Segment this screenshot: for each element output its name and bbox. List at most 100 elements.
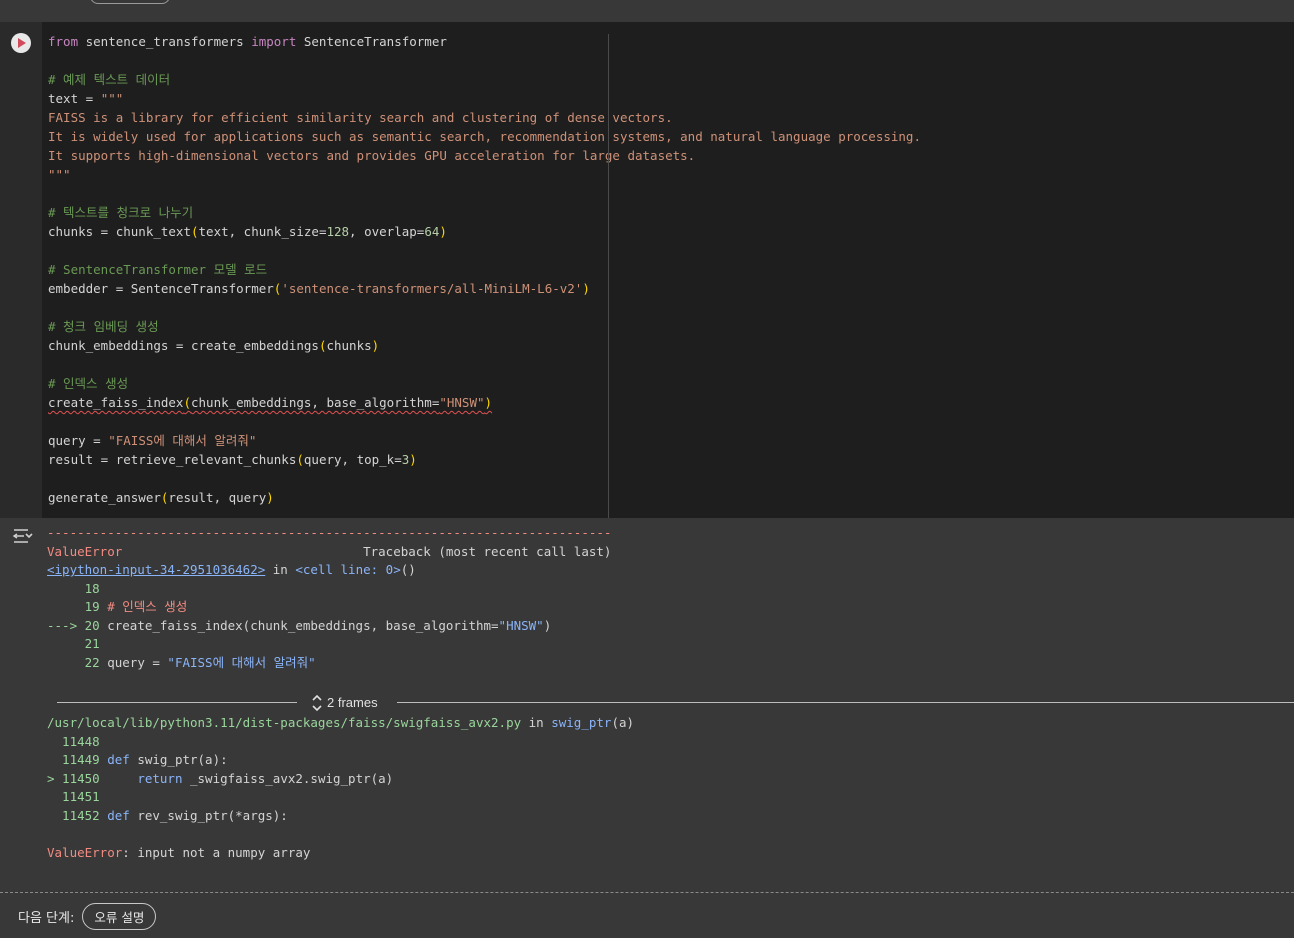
traceback-line: ValueError Traceback (most recent call l… (47, 543, 611, 562)
code-cell[interactable]: from sentence_transformers import Senten… (0, 22, 1294, 518)
traceback-line: ----------------------------------------… (47, 524, 611, 543)
traceback-token: def (99, 752, 130, 767)
run-cell-button[interactable] (11, 33, 31, 53)
code-token: 64 (424, 224, 440, 239)
traceback-line: 11451 (47, 788, 634, 807)
code-token: It is widely used for applications such … (48, 129, 921, 144)
cell-output: ----------------------------------------… (0, 518, 1294, 892)
traceback-line: ---> 20 create_faiss_index(chunk_embeddi… (47, 617, 611, 636)
code-editor[interactable]: from sentence_transformers import Senten… (48, 32, 921, 507)
traceback-line: 18 (47, 580, 611, 599)
traceback-line: ValueError: input not a numpy array (47, 844, 634, 863)
code-token: sentence_transformers (78, 34, 252, 49)
traceback-token: ValueError (47, 844, 123, 860)
code-token: # 인덱스 생성 (48, 376, 129, 391)
traceback-line: 11448 (47, 733, 634, 752)
code-token: 128 (326, 224, 350, 239)
traceback-token: /usr/local/lib/python3.11/dist-packages/… (47, 715, 522, 730)
code-line: create_faiss_index(chunk_embeddings, bas… (48, 393, 921, 412)
code-line: embedder = SentenceTransformer('sentence… (48, 279, 921, 298)
traceback-token: 21 (47, 636, 100, 651)
separator-dashed (0, 892, 1294, 893)
code-token: ) (371, 338, 380, 353)
code-token: generate_answer (48, 490, 161, 505)
code-line: # 청크 임베딩 생성 (48, 317, 921, 336)
code-token: ) (439, 224, 447, 239)
code-line: # 인덱스 생성 (48, 374, 921, 393)
code-token: ( (296, 452, 304, 467)
traceback-token: "FAISS에 대해서 알려줘" (167, 654, 316, 670)
code-token: ( (191, 224, 199, 239)
code-line: """ (48, 165, 921, 184)
traceback-token: <cell line: 0> (295, 562, 401, 577)
traceback-token: rev_swig_ptr(*args): (129, 807, 288, 823)
traceback-token: "HNSW" (498, 617, 544, 633)
code-token: result = retrieve_relevant_chunks (48, 452, 297, 467)
traceback-token[interactable]: <ipython-input-34-2951036462> (47, 562, 265, 577)
traceback-token: in (521, 715, 552, 730)
code-token: ) (484, 395, 493, 410)
code-line: # SentenceTransformer 모델 로드 (48, 260, 921, 279)
explain-error-button[interactable]: 오류 설명 (82, 902, 157, 930)
play-icon (18, 38, 26, 48)
code-line: FAISS is a library for efficient similar… (48, 108, 921, 127)
code-token: """ (100, 91, 124, 106)
traceback-token: in (265, 562, 296, 577)
code-line: text = """ (48, 89, 921, 108)
traceback-line: 21 (47, 635, 611, 654)
expand-vertical-icon (312, 694, 322, 712)
code-token: chunks (326, 338, 372, 353)
traceback-token: 18 (47, 580, 100, 596)
code-token: """ (48, 167, 71, 182)
traceback-token: swig_ptr(a): (129, 752, 228, 767)
code-token: import (251, 34, 297, 49)
code-line: from sentence_transformers import Senten… (48, 32, 921, 51)
traceback-line: /usr/local/lib/python3.11/dist-packages/… (47, 714, 634, 733)
code-line: It supports high-dimensional vectors and… (48, 146, 921, 165)
code-token: create_faiss_index (48, 395, 184, 410)
frames-toggle[interactable]: 2 frames (57, 693, 1294, 713)
code-token: ) (582, 281, 590, 296)
traceback-token: (a) (611, 715, 635, 730)
traceback-token: _swigfaiss_avx2.swig_ptr(a) (182, 770, 394, 786)
code-token: 'sentence-transformers/all-MiniLM-L6-v2' (281, 281, 583, 296)
code-token: chunks = chunk_text (48, 224, 191, 239)
traceback-line: 19 # 인덱스 생성 (47, 598, 611, 617)
traceback-line (47, 825, 634, 844)
code-line: generate_answer(result, query) (48, 488, 921, 507)
code-token: # 예제 텍스트 데이터 (48, 72, 171, 87)
traceback-line: <ipython-input-34-2951036462> in <cell l… (47, 561, 611, 580)
traceback-token: ValueError (47, 543, 123, 559)
code-token: It supports high-dimensional vectors and… (48, 148, 696, 163)
code-token: text = (48, 91, 101, 106)
code-line: It is widely used for applications such … (48, 127, 921, 146)
traceback-token: ) (543, 617, 552, 633)
traceback-token: def (99, 807, 130, 823)
traceback-token: 22 (47, 654, 100, 670)
traceback-token: 11451 (47, 789, 100, 804)
code-line: query = "FAISS에 대해서 알려줘" (48, 431, 921, 450)
traceback-token: : input not a numpy array (122, 844, 311, 860)
traceback-token: > 11450 (47, 770, 100, 786)
frames-divider-left (57, 702, 297, 703)
traceback-frames: /usr/local/lib/python3.11/dist-packages/… (47, 714, 634, 862)
traceback-line: > 11450 return _swigfaiss_avx2.swig_ptr(… (47, 770, 634, 789)
code-line: chunks = chunk_text(text, chunk_size=128… (48, 222, 921, 241)
code-token: text, chunk_size= (198, 224, 327, 239)
frames-label: 2 frames (327, 695, 378, 710)
code-token: query = (48, 433, 109, 448)
traceback-token: Traceback (most recent call last) (122, 543, 612, 559)
output-toggle-icon[interactable] (12, 526, 34, 546)
code-line: # 텍스트를 청크로 나누기 (48, 203, 921, 222)
traceback-line: 11449 def swig_ptr(a): (47, 751, 634, 770)
code-token: query, top_k= (303, 452, 402, 467)
code-line: # 예제 텍스트 데이터 (48, 70, 921, 89)
code-token: chunk_embeddings, base_algorithm= (191, 395, 440, 410)
top-pill-button[interactable] (90, 0, 170, 4)
